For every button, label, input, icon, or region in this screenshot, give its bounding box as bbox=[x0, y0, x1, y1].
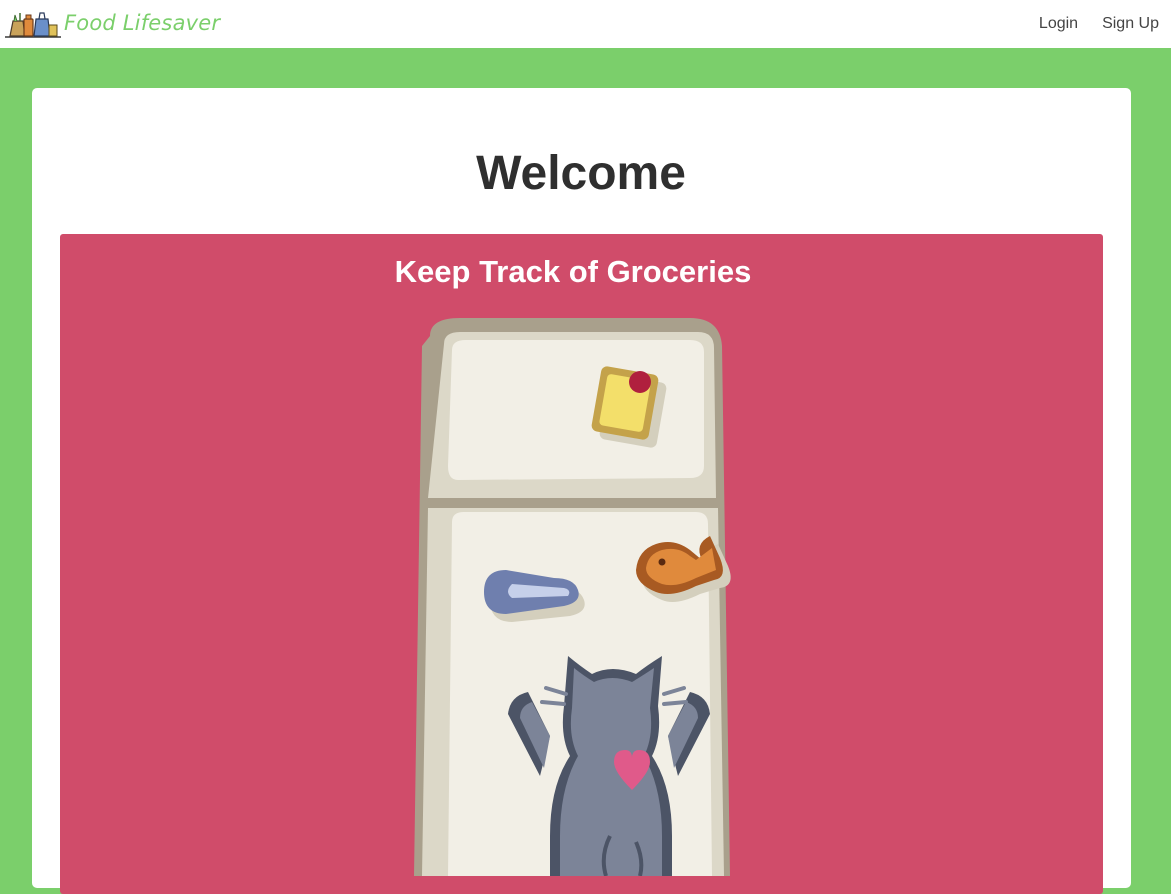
brand-home-link[interactable]: Food Lifesaver bbox=[4, 9, 220, 39]
cat-at-fridge-illustration bbox=[414, 318, 731, 876]
brand-name: Food Lifesaver bbox=[64, 11, 221, 35]
grocery-bags-icon bbox=[5, 12, 61, 38]
feature-title: Keep Track of Groceries bbox=[394, 254, 752, 289]
signup-link[interactable]: Sign Up bbox=[1102, 15, 1159, 33]
note-magnet-icon bbox=[591, 366, 667, 448]
feature-panel: Keep Track of Groceries bbox=[60, 234, 1103, 894]
nav-links: Login Sign Up bbox=[1039, 15, 1159, 33]
top-navbar: Food Lifesaver Login Sign Up bbox=[0, 0, 1171, 48]
login-link[interactable]: Login bbox=[1039, 15, 1078, 33]
page-title: Welcome bbox=[476, 147, 686, 200]
